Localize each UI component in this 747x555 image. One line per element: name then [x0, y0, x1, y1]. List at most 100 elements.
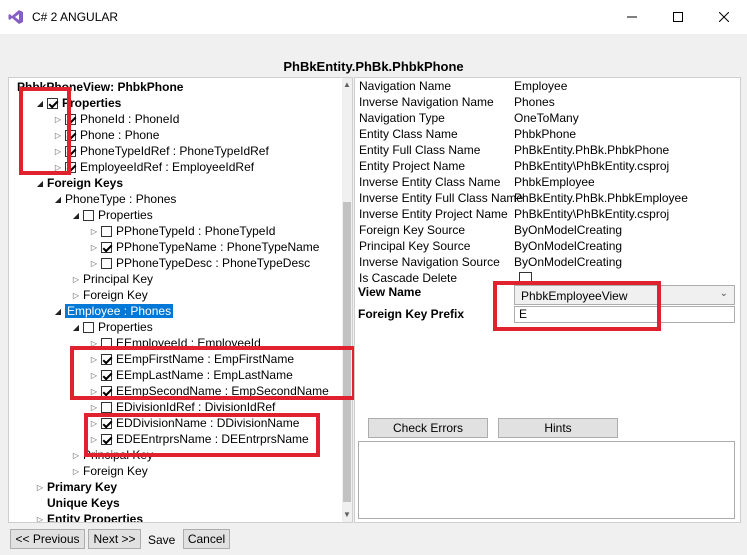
- tree-node[interactable]: ▷ EDDivisionName : DDivisionName: [89, 415, 299, 431]
- collapsed-arrow-icon[interactable]: ▷: [89, 243, 99, 252]
- tree-node[interactable]: ▷ EEmpSecondName : EmpSecondName: [89, 383, 329, 399]
- expanded-arrow-icon[interactable]: ◢: [71, 323, 81, 332]
- expanded-arrow-icon[interactable]: ◢: [53, 307, 63, 316]
- tree-node[interactable]: ▷ PPhoneTypeName : PhoneTypeName: [89, 239, 320, 255]
- tree-checkbox[interactable]: [83, 321, 94, 333]
- tree-node[interactable]: ▷ EEmpLastName : EmpLastName: [89, 367, 293, 383]
- scroll-down-icon[interactable]: ▼: [343, 510, 351, 519]
- collapsed-arrow-icon[interactable]: ▷: [89, 259, 99, 268]
- collapsed-arrow-icon[interactable]: ▷: [89, 387, 99, 396]
- tree-checkbox[interactable]: [101, 369, 112, 381]
- tree-node[interactable]: ▷ PPhoneTypeId : PhoneTypeId: [89, 223, 276, 239]
- collapsed-arrow-icon[interactable]: ▷: [53, 163, 63, 172]
- property-value: OneToMany: [514, 111, 579, 125]
- tree-node-label: Employee : Phones: [65, 304, 174, 318]
- minimize-button[interactable]: [609, 0, 655, 34]
- tree-node[interactable]: ▷ Foreign Key: [71, 287, 148, 303]
- collapsed-arrow-icon[interactable]: ▷: [35, 515, 45, 523]
- tree-checkbox[interactable]: [65, 161, 76, 173]
- tree-node[interactable]: ◢ Properties: [71, 207, 153, 223]
- property-label: Entity Class Name: [359, 127, 458, 141]
- tree-node[interactable]: ▷ EEmpFirstName : EmpFirstName: [89, 351, 294, 367]
- scroll-up-icon[interactable]: ▲: [343, 80, 351, 89]
- collapsed-arrow-icon[interactable]: ▷: [89, 403, 99, 412]
- tree-node-label: Foreign Key: [83, 288, 148, 302]
- tree-node[interactable]: ◢ Employee : Phones: [53, 303, 174, 319]
- next-button[interactable]: Next >>: [88, 529, 141, 549]
- tree-checkbox[interactable]: [101, 417, 112, 429]
- expanded-arrow-icon[interactable]: ◢: [71, 211, 81, 220]
- tree-checkbox[interactable]: [65, 113, 76, 125]
- collapsed-arrow-icon[interactable]: ▷: [53, 131, 63, 140]
- expanded-arrow-icon[interactable]: ◢: [53, 195, 63, 204]
- tree-node-label: PPhoneTypeId : PhoneTypeId: [116, 224, 276, 238]
- collapsed-arrow-icon[interactable]: ▷: [53, 147, 63, 156]
- tree-node[interactable]: ▷ Principal Key: [71, 271, 153, 287]
- tree-checkbox[interactable]: [101, 385, 112, 397]
- collapsed-arrow-icon[interactable]: ▷: [89, 227, 99, 236]
- collapsed-arrow-icon[interactable]: ▷: [35, 483, 45, 492]
- tree-node[interactable]: ▷ EmployeeIdRef : EmployeeIdRef: [53, 159, 254, 175]
- collapsed-arrow-icon[interactable]: ▷: [71, 451, 81, 460]
- view-name-select[interactable]: PhbkEmployeeView ⌄: [514, 285, 735, 305]
- tree-checkbox[interactable]: [101, 225, 112, 237]
- cancel-button[interactable]: Cancel: [183, 529, 230, 549]
- tree-node-label: PPhoneTypeName : PhoneTypeName: [116, 240, 320, 254]
- tree-checkbox[interactable]: [101, 257, 112, 269]
- expanded-arrow-icon[interactable]: ◢: [35, 99, 45, 108]
- collapsed-arrow-icon[interactable]: ▷: [71, 467, 81, 476]
- tree-checkbox[interactable]: [83, 209, 94, 221]
- view-name-value: PhbkEmployeeView: [521, 289, 628, 303]
- tree-checkbox[interactable]: [101, 241, 112, 253]
- tree-node[interactable]: ▷ PPhoneTypeDesc : PhoneTypeDesc: [89, 255, 310, 271]
- tree-node-label: EEmpLastName : EmpLastName: [116, 368, 293, 382]
- property-label: Inverse Entity Full Class Name: [359, 191, 524, 205]
- collapsed-arrow-icon[interactable]: ▷: [89, 339, 99, 348]
- fk-prefix-input[interactable]: E: [514, 306, 735, 323]
- tree-node[interactable]: ▷ PhoneId : PhoneId: [53, 111, 180, 127]
- collapsed-arrow-icon[interactable]: ▷: [89, 435, 99, 444]
- save-button[interactable]: Save: [148, 533, 175, 547]
- tree-node[interactable]: ▷ EDEEntrprsName : DEEntrprsName: [89, 431, 309, 447]
- cascade-delete-checkbox[interactable]: [519, 272, 532, 285]
- tree-node[interactable]: PhbkPhoneView: PhbkPhone: [17, 79, 183, 95]
- tree-node[interactable]: ▷ Foreign Key: [71, 463, 148, 479]
- tree-node[interactable]: ▷ Principal Key: [71, 447, 153, 463]
- tree-node[interactable]: Unique Keys: [35, 495, 120, 511]
- tree-node[interactable]: ▷ EDivisionIdRef : DivisionIdRef: [89, 399, 275, 415]
- check-errors-button[interactable]: Check Errors: [368, 418, 488, 438]
- collapsed-arrow-icon[interactable]: ▷: [89, 371, 99, 380]
- collapsed-arrow-icon[interactable]: ▷: [89, 355, 99, 364]
- tree-node[interactable]: ◢ Properties: [35, 95, 121, 111]
- tree-checkbox[interactable]: [101, 433, 112, 445]
- tree-checkbox[interactable]: [47, 97, 58, 109]
- maximize-button[interactable]: [655, 0, 701, 34]
- collapsed-arrow-icon[interactable]: ▷: [89, 419, 99, 428]
- entity-tree[interactable]: ▲ ▼ PhbkPhoneView: PhbkPhone ◢ Properties ▷…: [8, 77, 353, 523]
- tree-checkbox[interactable]: [101, 337, 112, 349]
- close-button[interactable]: [701, 0, 747, 34]
- property-value: Employee: [514, 79, 568, 93]
- collapsed-arrow-icon[interactable]: ▷: [71, 275, 81, 284]
- tree-node[interactable]: ▷ PhoneTypeIdRef : PhoneTypeIdRef: [53, 143, 269, 159]
- tree-checkbox[interactable]: [101, 353, 112, 365]
- tree-checkbox[interactable]: [65, 145, 76, 157]
- collapsed-arrow-icon[interactable]: ▷: [53, 115, 63, 124]
- visual-studio-icon: [8, 10, 23, 24]
- tree-scroll-thumb[interactable]: [343, 202, 351, 502]
- tree-node[interactable]: ▷ Phone : Phone: [53, 127, 159, 143]
- tree-node[interactable]: ▷ Primary Key: [35, 479, 117, 495]
- tree-checkbox[interactable]: [101, 401, 112, 413]
- tree-node[interactable]: ▷ Entity Properties: [35, 511, 143, 523]
- tree-node[interactable]: ◢ Properties: [71, 319, 153, 335]
- tree-node[interactable]: ▷ EEmployeeId : EmployeeId: [89, 335, 261, 351]
- tree-node[interactable]: ◢ PhoneType : Phones: [53, 191, 177, 207]
- errors-output[interactable]: [358, 441, 735, 519]
- property-label: Entity Full Class Name: [359, 143, 481, 157]
- hints-button[interactable]: Hints: [498, 418, 618, 438]
- previous-button[interactable]: << Previous: [10, 529, 85, 549]
- tree-checkbox[interactable]: [65, 129, 76, 141]
- tree-node[interactable]: ◢ Foreign Keys: [35, 175, 123, 191]
- collapsed-arrow-icon[interactable]: ▷: [71, 291, 81, 300]
- expanded-arrow-icon[interactable]: ◢: [35, 179, 45, 188]
